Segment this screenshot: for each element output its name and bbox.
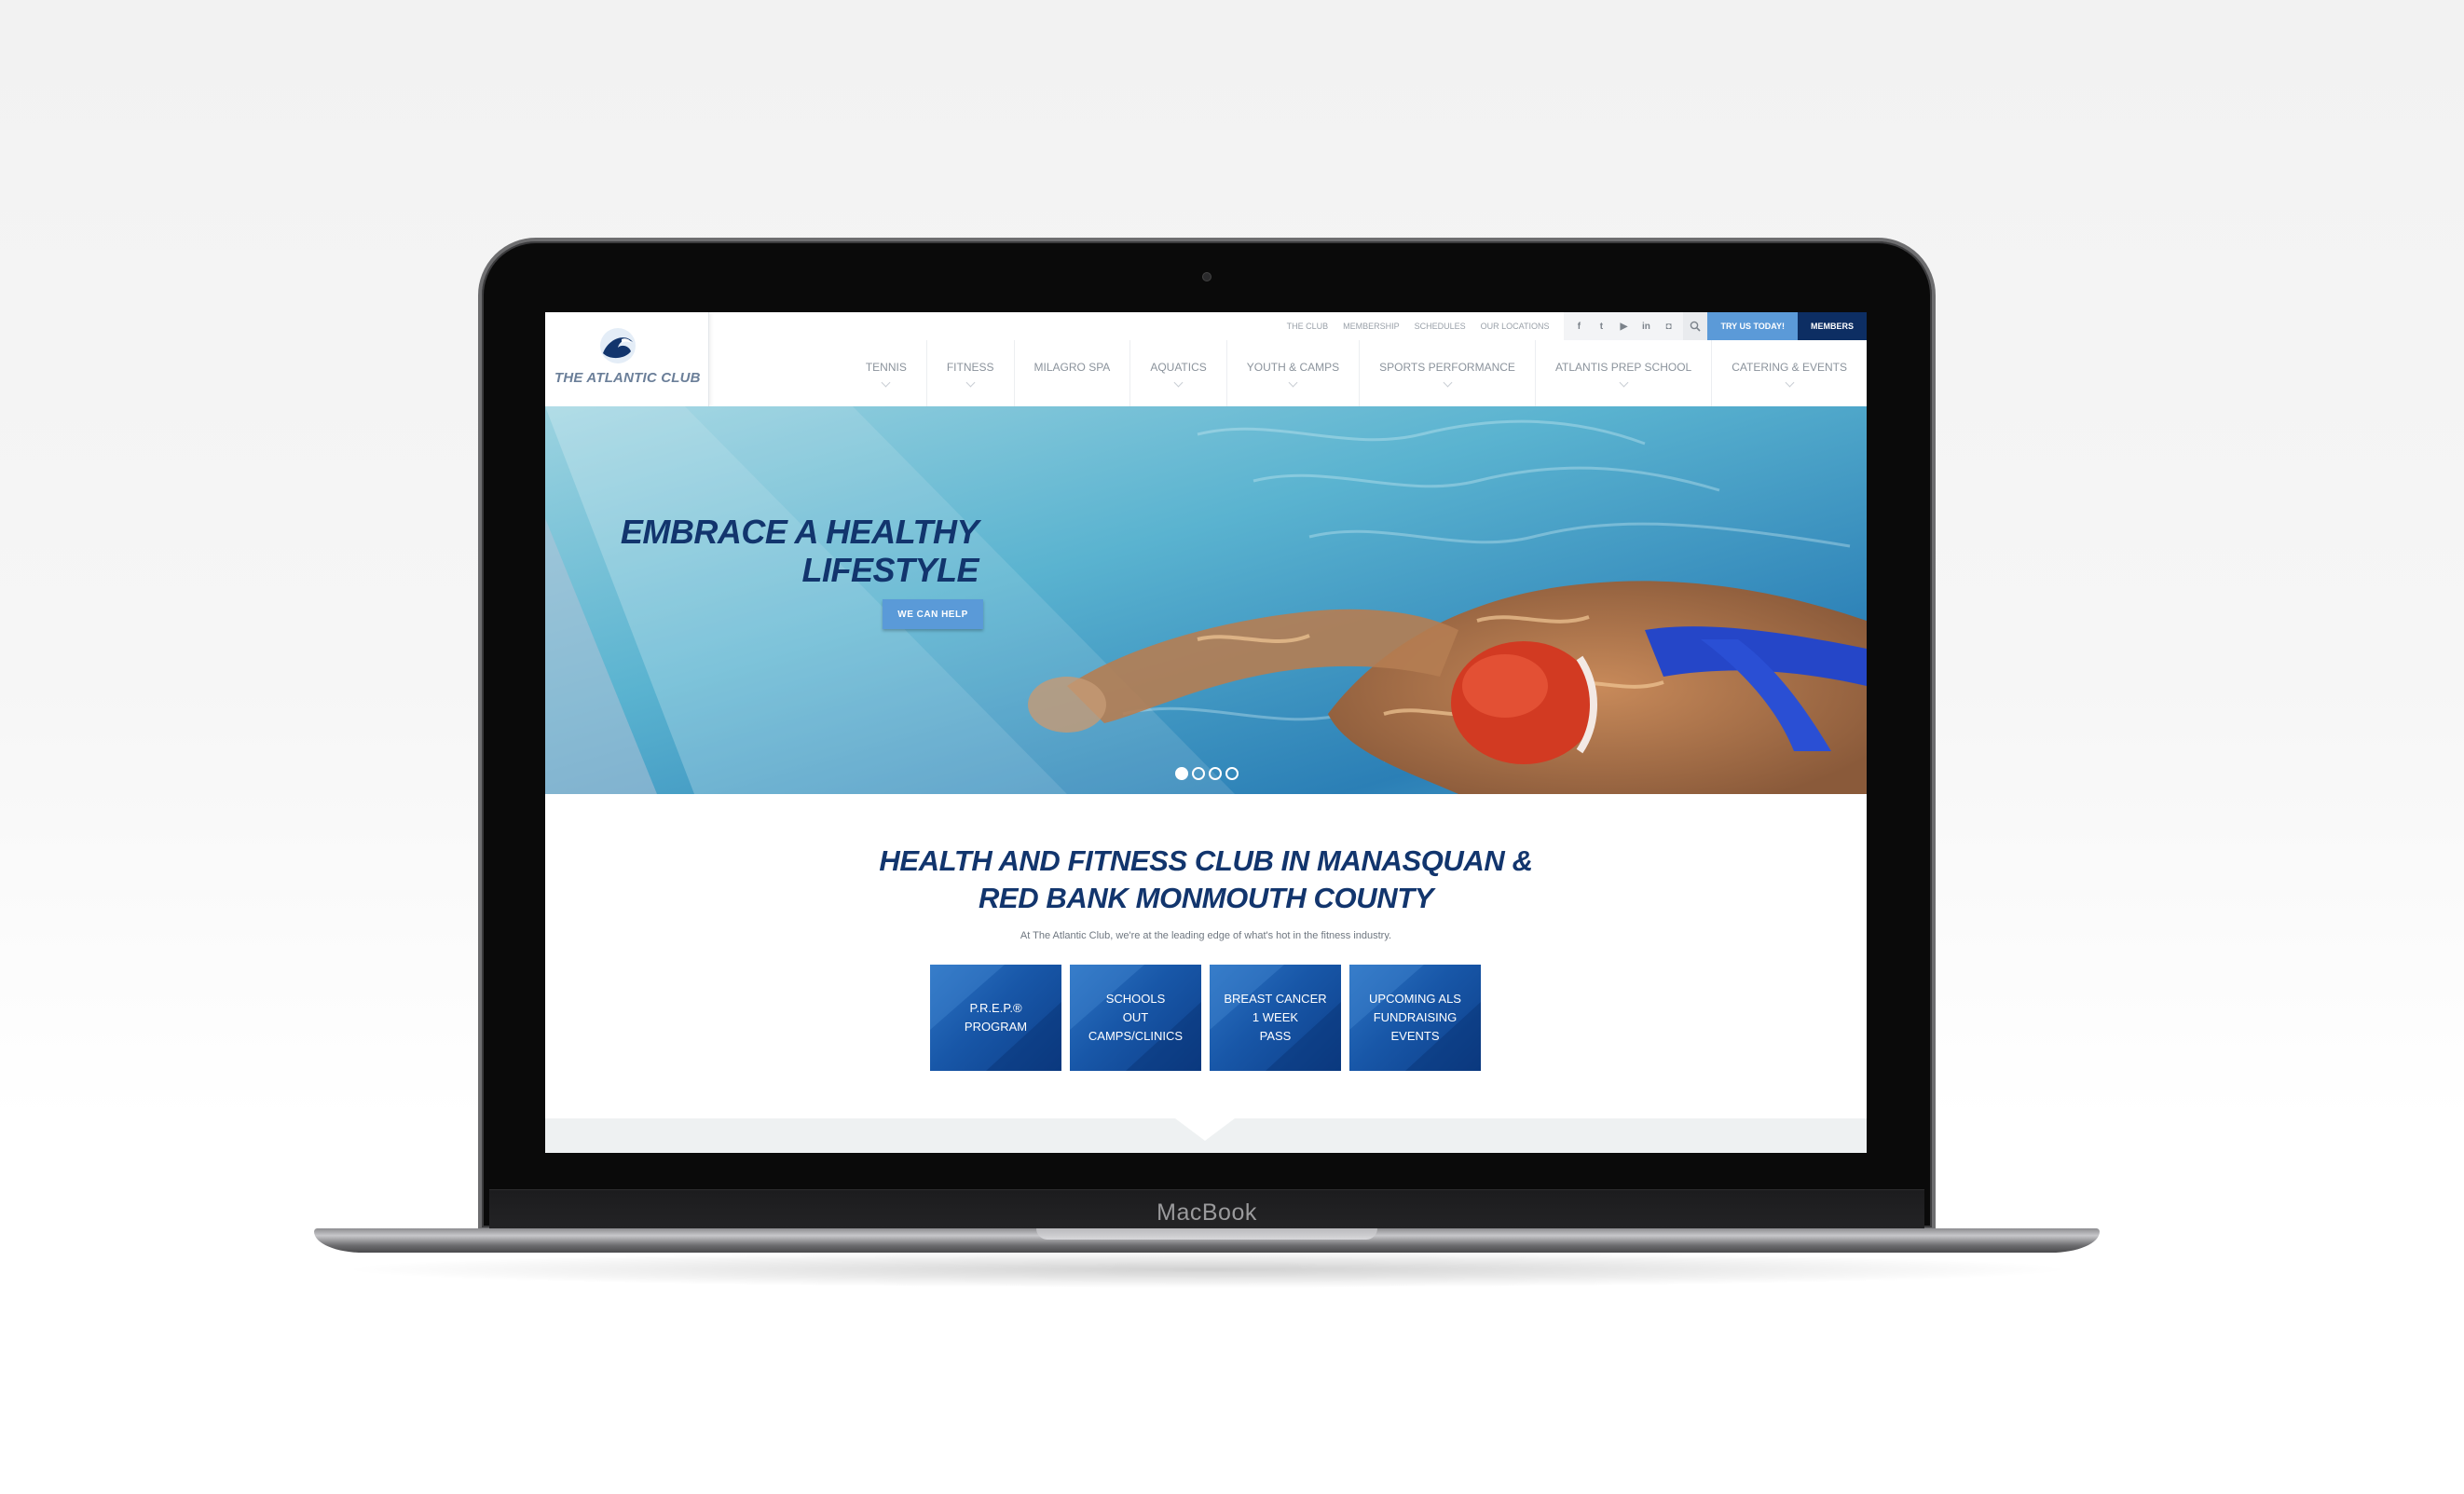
nav-item-tennis[interactable]: TENNIS: [846, 340, 926, 406]
swimmer-image: [545, 406, 1867, 794]
linkedin-icon[interactable]: in: [1635, 312, 1657, 340]
tile-label: P.R.E.P.® PROGRAM: [964, 1001, 1028, 1034]
laptop-shadow: [335, 1251, 2078, 1288]
intro-title: HEALTH AND FITNESS CLUB IN MANASQUAN & R…: [879, 844, 1533, 914]
device-label: MacBook: [1157, 1199, 1257, 1226]
twitter-icon[interactable]: t: [1590, 312, 1612, 340]
hero-title: EMBRACE A HEALTHY LIFESTYLE: [620, 513, 979, 589]
down-arrow-notch: [1175, 1118, 1235, 1141]
slider-dot-4[interactable]: [1225, 767, 1239, 780]
tile-label: UPCOMING ALS FUNDRAISING EVENTS: [1369, 992, 1461, 1043]
chevron-down-icon: [881, 377, 891, 388]
nav-item-fitness[interactable]: FITNESS: [925, 340, 1014, 406]
util-link-the-club[interactable]: THE CLUB: [1287, 322, 1329, 331]
promo-tile-schools-out[interactable]: SCHOOLS OUT CAMPS/CLINICS: [1070, 965, 1201, 1071]
chevron-down-icon: [1288, 377, 1298, 388]
nav-item-catering-events[interactable]: CATERING & EVENTS: [1711, 340, 1867, 406]
laptop-chin: MacBook: [489, 1189, 1924, 1228]
util-link-our-locations[interactable]: OUR LOCATIONS: [1481, 322, 1550, 331]
nav-label: YOUTH & CAMPS: [1246, 361, 1340, 374]
chevron-down-icon: [1785, 377, 1795, 388]
main-nav: TENNIS FITNESS MILAGRO SPA AQUATICS YOUT…: [846, 340, 1867, 406]
nav-label: MILAGRO SPA: [1034, 361, 1111, 374]
social-links: f t ▶ in ◘: [1564, 312, 1684, 340]
chevron-down-icon: [965, 377, 976, 388]
nav-label: ATLANTIS PREP SCHOOL: [1554, 361, 1692, 374]
website-screen: THE ATLANTIC CLUB THE CLUB MEMBERSHIP SC…: [545, 312, 1867, 1153]
logo-text: THE ATLANTIC CLUB: [554, 370, 701, 386]
site-header: THE ATLANTIC CLUB THE CLUB MEMBERSHIP SC…: [545, 312, 1867, 406]
nav-item-aquatics[interactable]: AQUATICS: [1129, 340, 1225, 406]
nav-label: FITNESS: [946, 361, 994, 374]
nav-item-sports-performance[interactable]: SPORTS PERFORMANCE: [1359, 340, 1535, 406]
instagram-icon[interactable]: ◘: [1657, 312, 1679, 340]
nav-label: TENNIS: [865, 361, 907, 374]
promo-tiles: P.R.E.P.® PROGRAM SCHOOLS OUT CAMPS/CLIN…: [930, 965, 1481, 1071]
nav-item-atlantis-prep-school[interactable]: ATLANTIS PREP SCHOOL: [1534, 340, 1711, 406]
util-link-schedules[interactable]: SCHEDULES: [1415, 322, 1466, 331]
promo-tile-breast-cancer-pass[interactable]: BREAST CANCER 1 WEEK PASS: [1210, 965, 1341, 1071]
slider-dots: [1175, 767, 1239, 780]
intro-section: HEALTH AND FITNESS CLUB IN MANASQUAN & R…: [545, 794, 1867, 1104]
utility-bar: THE CLUB MEMBERSHIP SCHEDULES OUR LOCATI…: [1287, 312, 1867, 340]
nav-label: AQUATICS: [1150, 361, 1207, 374]
slider-dot-1[interactable]: [1175, 767, 1188, 780]
laptop-base-notch: [1036, 1228, 1377, 1240]
facebook-icon[interactable]: f: [1567, 312, 1590, 340]
hero-slider: EMBRACE A HEALTHY LIFESTYLE WE CAN HELP: [545, 406, 1867, 794]
intro-subtitle: At The Atlantic Club, we're at the leadi…: [1020, 930, 1392, 941]
chevron-down-icon: [1173, 377, 1184, 388]
promo-tile-als-fundraising[interactable]: UPCOMING ALS FUNDRAISING EVENTS: [1349, 965, 1481, 1071]
util-link-membership[interactable]: MEMBERSHIP: [1343, 322, 1400, 331]
camera-icon: [1202, 272, 1211, 281]
members-button[interactable]: MEMBERS: [1797, 312, 1867, 340]
tile-label: BREAST CANCER 1 WEEK PASS: [1224, 992, 1327, 1043]
promo-tile-prep-program[interactable]: P.R.E.P.® PROGRAM: [930, 965, 1061, 1071]
nav-label: CATERING & EVENTS: [1732, 361, 1847, 374]
search-icon: [1691, 321, 1702, 332]
wave-logo-icon: [600, 328, 636, 363]
tile-label: SCHOOLS OUT CAMPS/CLINICS: [1088, 992, 1184, 1043]
nav-item-milagro-spa[interactable]: MILAGRO SPA: [1013, 340, 1130, 406]
try-us-today-button[interactable]: TRY US TODAY!: [1707, 312, 1798, 340]
slider-dot-3[interactable]: [1209, 767, 1222, 780]
chevron-down-icon: [1619, 377, 1629, 388]
we-can-help-button[interactable]: WE CAN HELP: [883, 599, 983, 629]
youtube-icon[interactable]: ▶: [1612, 312, 1635, 340]
logo-link[interactable]: THE ATLANTIC CLUB: [545, 312, 709, 406]
slider-dot-2[interactable]: [1192, 767, 1205, 780]
nav-label: SPORTS PERFORMANCE: [1379, 361, 1515, 374]
search-button[interactable]: [1683, 312, 1708, 340]
nav-item-youth-camps[interactable]: YOUTH & CAMPS: [1225, 340, 1359, 406]
chevron-down-icon: [1443, 377, 1452, 388]
